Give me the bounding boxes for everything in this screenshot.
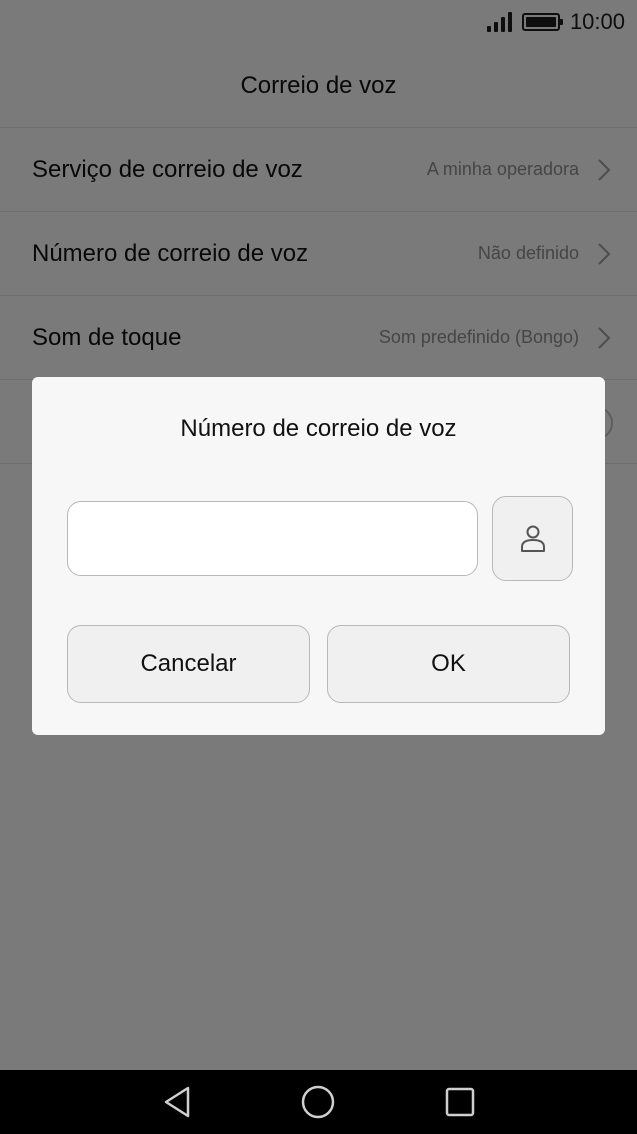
navigation-bar	[0, 1070, 637, 1134]
voicemail-number-dialog: Número de correio de voz Cancelar OK	[32, 377, 605, 735]
back-triangle-icon[interactable]	[157, 1082, 197, 1122]
ok-button[interactable]: OK	[327, 625, 570, 703]
voicemail-number-input[interactable]	[67, 501, 478, 576]
person-icon	[520, 525, 545, 552]
dialog-title: Número de correio de voz	[180, 415, 457, 442]
cancel-button[interactable]: Cancelar	[67, 625, 310, 703]
voicemail-settings-screen: 10:00 Correio de voz Serviço de correio …	[0, 0, 637, 1134]
contact-picker-button[interactable]	[492, 496, 573, 581]
recent-apps-square-icon[interactable]	[440, 1082, 480, 1122]
home-circle-icon[interactable]	[298, 1082, 338, 1122]
